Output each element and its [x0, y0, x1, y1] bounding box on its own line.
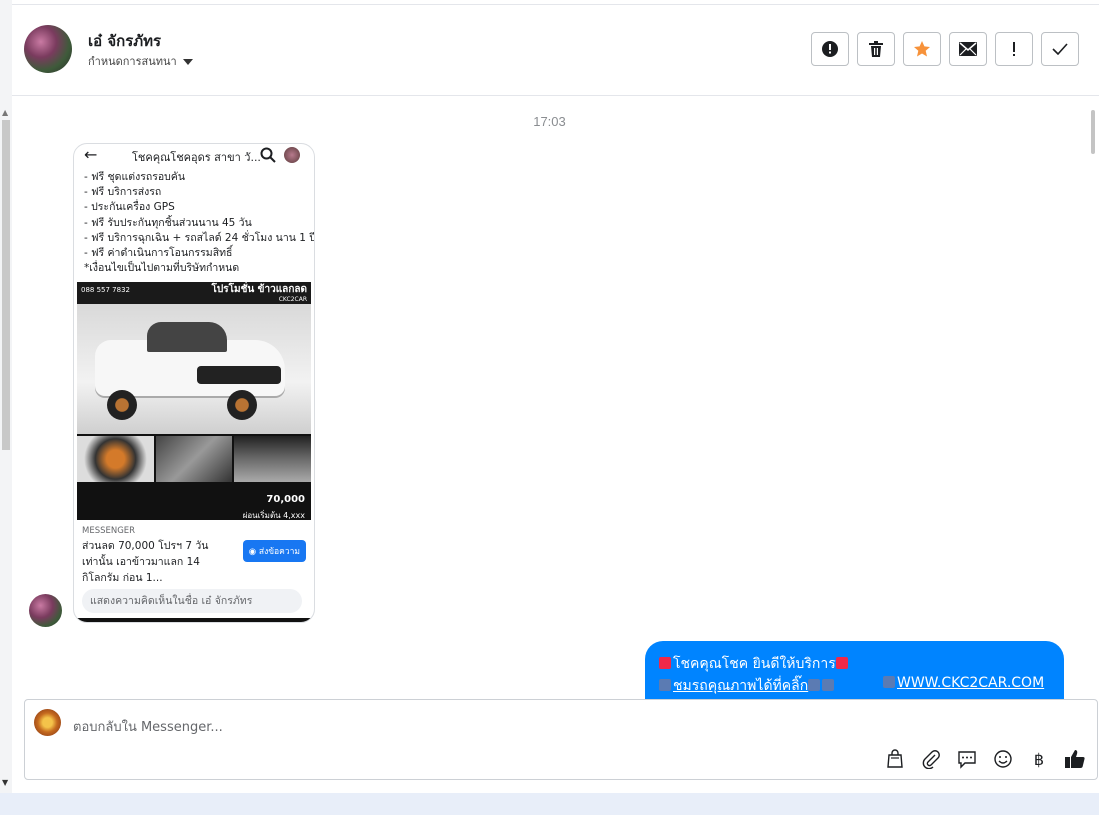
ad-monthly: ผ่อนเริ่มต้น 4,xxx [242, 511, 305, 521]
perk-list: - ฟรี ชุดแต่งรถรอบคัน - ฟรี บริการส่งรถ … [74, 168, 314, 276]
sparkle-emoji-icon [835, 657, 848, 669]
reply-input[interactable]: ตอบกลับใน Messenger... [73, 716, 223, 737]
down-arrow-emoji-icon [808, 679, 821, 691]
ad-promo-text: โปรโมชั่น ข้าวแลกลด [211, 284, 307, 296]
back-arrow-icon: ← [84, 145, 98, 164]
mail-button[interactable] [949, 32, 987, 66]
perk-item: - ฟรี บริการฉุกเฉิน + รถสไลด์ 24 ชั่วโมง… [84, 231, 315, 244]
envelope-icon [959, 42, 977, 56]
perk-item: *เงื่อนไขเป็นไปตามที่บริษัทกำหนด [84, 262, 240, 275]
page-avatar [284, 147, 300, 163]
thumb-wheel [77, 436, 154, 483]
star-button[interactable] [903, 32, 941, 66]
alert-circle-icon [822, 41, 838, 57]
reply-composer[interactable]: ตอบกลับใน Messenger... ฿ [24, 699, 1098, 780]
car-grille [197, 366, 281, 385]
ad-price: 70,000 [266, 494, 305, 506]
post-page-title: โชคคุณโชคอุดร สาขา วั... [132, 151, 261, 164]
post-title: ส่วนลด 70,000 โปรฯ 7 วันเท่านั้น เอาข้าว… [82, 540, 209, 585]
baht-icon[interactable]: ฿ [1027, 747, 1051, 771]
thumb-interior [234, 436, 311, 483]
caret-down-icon [182, 59, 193, 65]
message-line-1-text: โชคคุณโชค ยินดีให้บริการ [673, 656, 836, 672]
sender-avatar[interactable] [29, 594, 62, 627]
mark-done-button[interactable] [1041, 32, 1079, 66]
play-arrow-icon [659, 679, 671, 691]
paperclip-icon[interactable] [919, 747, 943, 771]
sparkle-emoji-icon [659, 657, 671, 669]
perk-item: - ประกันเครื่อง GPS [84, 201, 175, 214]
message-line-2: ชมรถคุณภาพได้ที่คลิ๊ก [659, 675, 836, 697]
post-topbar: ← โชคคุณโชคอุดร สาขา วั... [74, 144, 314, 168]
post-meta: MESSENGER ส่วนลด 70,000 โปรฯ 7 วันเท่านั… [74, 520, 314, 584]
message-link-text[interactable]: WWW.CKC2CAR.COM [897, 675, 1044, 691]
down-arrow-emoji-icon [822, 679, 835, 691]
play-arrow-icon [883, 676, 895, 688]
message-line-1: โชคคุณโชค ยินดีให้บริการ [659, 653, 850, 675]
car-photo [77, 304, 311, 435]
shopping-bag-icon[interactable] [883, 747, 907, 771]
header-toolbar [811, 32, 1079, 66]
send-message-button[interactable]: ◉ ส่งข้อความ [242, 540, 306, 563]
emoji-icon[interactable] [991, 747, 1015, 771]
perk-item: - ฟรี รับประกันทุกชิ้นส่วนนาน 45 วัน [84, 216, 252, 229]
exclamation-icon [1013, 42, 1015, 56]
ad-phone: 088 557 7832 [81, 286, 130, 295]
trash-icon [869, 41, 883, 57]
alert-button[interactable] [811, 32, 849, 66]
send-message-label: ส่งข้อความ [258, 547, 300, 558]
thumbs-up-icon[interactable] [1063, 747, 1087, 771]
comment-input[interactable]: แสดงความคิดเห็นในชื่อ เอ๋ จักรภัทร [82, 589, 302, 613]
card-footer-bar [74, 618, 314, 622]
shared-post-card[interactable]: ← โชคคุณโชคอุดร สาขา วั... - ฟรี ชุดแต่ง… [73, 143, 315, 623]
contact-name[interactable]: เอ๋ จักรภัทร [88, 29, 161, 53]
message-timestamp: 17:03 [533, 114, 566, 129]
message-line-2-text: ชมรถคุณภาพได้ที่คลิ๊ก [673, 678, 809, 694]
outgoing-message-bubble[interactable]: โชคคุณโชค ยินดีให้บริการ ชมรถคุณภาพได้ที… [645, 641, 1064, 699]
scrollbar-thumb[interactable] [2, 120, 10, 450]
messenger-icon: ◉ [248, 547, 259, 558]
composer-actions: ฿ [883, 747, 1087, 771]
contact-avatar[interactable] [24, 25, 72, 73]
important-button[interactable] [995, 32, 1033, 66]
check-icon [1052, 43, 1068, 55]
ad-promo: โปรโมชั่น ข้าวแลกลด CKC2CAR [212, 285, 307, 305]
car-cab [147, 322, 227, 353]
page-avatar [34, 709, 61, 736]
perk-item: - ฟรี ค่าดำเนินการโอนกรรมสิทธิ์ [84, 247, 233, 260]
assign-label: กำหนดการสนทนา [88, 55, 177, 68]
perk-item: - ฟรี ชุดแต่งรถรอบคัน [84, 171, 186, 183]
perk-item: - ฟรี บริการส่งรถ [84, 186, 162, 199]
ad-thumbnails [77, 436, 311, 483]
car-wheel [107, 390, 137, 421]
star-icon [914, 41, 930, 57]
message-link[interactable]: WWW.CKC2CAR.COM [883, 675, 1044, 691]
search-icon [260, 147, 276, 163]
scroll-down-arrow-icon[interactable]: ▼ [2, 778, 8, 787]
thumb-engine [155, 436, 233, 483]
car-wheel [227, 390, 257, 421]
conversation-header: เอ๋ จักรภัทร กำหนดการสนทนา [12, 4, 1099, 96]
delete-button[interactable] [857, 32, 895, 66]
bottom-background [0, 793, 1099, 815]
post-source: MESSENGER [82, 526, 136, 537]
assign-conversation-dropdown[interactable]: กำหนดการสนทนา [88, 52, 193, 70]
ad-image[interactable]: 088 557 7832 โปรโมชั่น ข้าวแลกลด CKC2CAR … [77, 282, 311, 521]
saved-reply-icon[interactable] [955, 747, 979, 771]
